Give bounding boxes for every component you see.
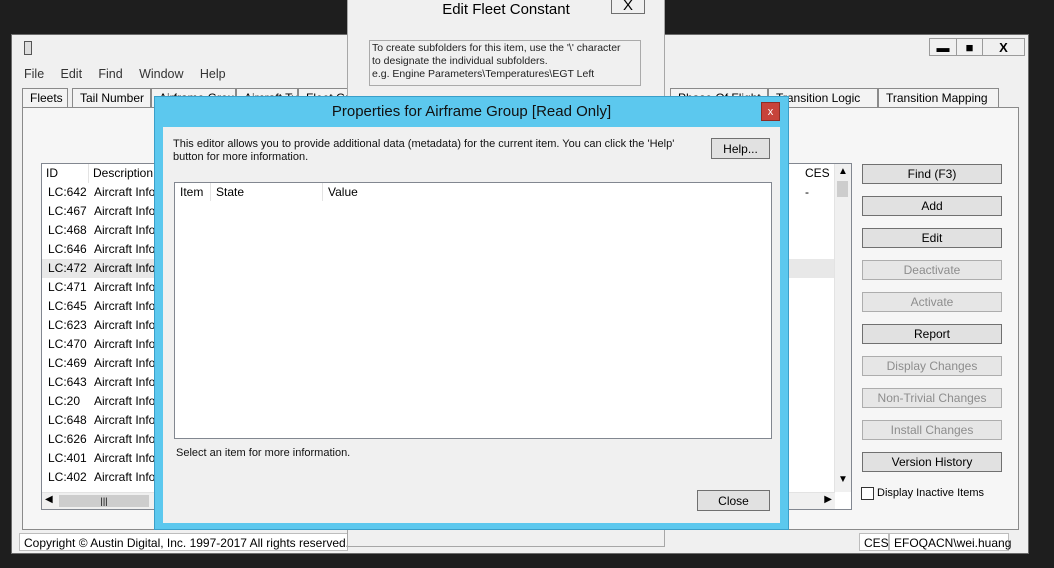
properties-dialog: Properties for Airframe Group [Read Only… <box>154 96 789 530</box>
scroll-up-arrow[interactable]: ▲ <box>838 166 848 177</box>
version-history-button[interactable]: Version History <box>862 452 1002 472</box>
column-header-id[interactable]: ID <box>42 164 89 183</box>
minimize-button[interactable]: ▬ <box>929 38 957 56</box>
menu-help[interactable]: Help <box>200 67 226 81</box>
menu-file[interactable]: File <box>24 67 44 81</box>
row-id: LC:472 <box>48 261 87 275</box>
column-header-ces[interactable]: CES - <box>801 164 837 199</box>
row-id: LC:623 <box>48 318 87 332</box>
properties-description: This editor allows you to provide additi… <box>173 138 693 164</box>
row-description: Aircraft Info <box>94 413 156 427</box>
status-user: EFOQACN\wei.huang <box>889 533 1011 551</box>
status-database: CES <box>859 533 889 551</box>
row-description: Aircraft Info <box>94 356 156 370</box>
close-window-button[interactable]: X <box>982 38 1025 56</box>
properties-close-icon[interactable]: x <box>761 102 780 121</box>
row-id: LC:467 <box>48 204 87 218</box>
non-trivial-changes-button[interactable]: Non-Trivial Changes <box>862 388 1002 408</box>
find-button[interactable]: Find (F3) <box>862 164 1002 184</box>
row-description: Aircraft Info <box>94 261 156 275</box>
column-header-value[interactable]: Value <box>323 183 771 201</box>
column-header-state[interactable]: State <box>211 183 323 201</box>
row-id: LC:645 <box>48 299 87 313</box>
description-line: This editor allows you to provide additi… <box>173 138 675 150</box>
row-description: Aircraft Info <box>94 204 156 218</box>
row-description: Aircraft Info <box>94 394 156 408</box>
activate-button[interactable]: Activate <box>862 292 1002 312</box>
scroll-right-arrow[interactable]: ▶ <box>824 494 832 505</box>
properties-list[interactable]: Item State Value <box>174 182 772 439</box>
tab-fleets[interactable]: Fleets <box>22 88 68 107</box>
menu-edit[interactable]: Edit <box>61 67 83 81</box>
tab-transition-mapping[interactable]: Transition Mapping <box>878 88 999 107</box>
row-description: Aircraft Info <box>94 185 156 199</box>
app-icon <box>24 41 32 55</box>
menu-find[interactable]: Find <box>98 67 122 81</box>
row-description: Aircraft Info <box>94 223 156 237</box>
row-description: Aircraft Info <box>94 432 156 446</box>
row-id: LC:469 <box>48 356 87 370</box>
display-inactive-label: Display Inactive Items <box>877 487 984 499</box>
row-id: LC:20 <box>48 394 81 408</box>
row-id: LC:471 <box>48 280 87 294</box>
row-description: Aircraft Info <box>94 318 156 332</box>
row-id: LC:401 <box>48 451 87 465</box>
description-line: button for more information. <box>173 151 309 163</box>
row-description: Aircraft Info <box>94 280 156 294</box>
row-description: Aircraft Info <box>94 451 156 465</box>
row-id: LC:402 <box>48 470 87 484</box>
scroll-thumb[interactable] <box>837 181 848 197</box>
close-button[interactable]: Close <box>697 490 770 511</box>
row-description: Aircraft Info <box>94 470 156 484</box>
properties-hint: Select an item for more information. <box>176 447 351 459</box>
tab-tail-number[interactable]: Tail Number <box>72 88 151 107</box>
edit-button[interactable]: Edit <box>862 228 1002 248</box>
vertical-scrollbar[interactable]: ▲ ▼ <box>834 164 851 492</box>
display-inactive-checkbox[interactable] <box>861 487 874 500</box>
help-button[interactable]: Help... <box>711 138 770 159</box>
fleet-dialog-close-button[interactable]: X <box>611 0 645 14</box>
row-id: LC:470 <box>48 337 87 351</box>
menu-bar: File Edit Find Window Help <box>24 67 239 85</box>
properties-dialog-title: Properties for Airframe Group [Read Only… <box>331 103 612 120</box>
row-id: LC:648 <box>48 413 87 427</box>
add-button[interactable]: Add <box>862 196 1002 216</box>
maximize-button[interactable]: ■ <box>956 38 983 56</box>
row-id: LC:468 <box>48 223 87 237</box>
row-description: Aircraft Info <box>94 299 156 313</box>
menu-window[interactable]: Window <box>139 67 183 81</box>
install-changes-button[interactable]: Install Changes <box>862 420 1002 440</box>
report-button[interactable]: Report <box>862 324 1002 344</box>
row-description: Aircraft Info <box>94 242 156 256</box>
scroll-left-arrow[interactable]: ◀ <box>45 494 53 505</box>
row-description: Aircraft Info <box>94 337 156 351</box>
row-description: Aircraft Info <box>94 375 156 389</box>
display-changes-button[interactable]: Display Changes <box>862 356 1002 376</box>
fleet-hint-line: e.g. Engine Parameters\Temperatures\EGT … <box>372 68 595 80</box>
copyright-text: Copyright © Austin Digital, Inc. 1997-20… <box>19 533 349 551</box>
column-header-item[interactable]: Item <box>175 183 211 201</box>
row-id: LC:626 <box>48 432 87 446</box>
properties-body: This editor allows you to provide additi… <box>163 127 780 523</box>
deactivate-button[interactable]: Deactivate <box>862 260 1002 280</box>
row-id: LC:646 <box>48 242 87 256</box>
scroll-down-arrow[interactable]: ▼ <box>838 474 848 485</box>
fleet-hint-line: to designate the individual subfolders. <box>372 55 548 67</box>
row-id: LC:643 <box>48 375 87 389</box>
row-id: LC:642 <box>48 185 87 199</box>
fleet-dialog-hint: To create subfolders for this item, use … <box>369 40 641 86</box>
hscroll-thumb[interactable]: ||| <box>59 495 149 507</box>
fleet-hint-line: To create subfolders for this item, use … <box>372 42 621 54</box>
